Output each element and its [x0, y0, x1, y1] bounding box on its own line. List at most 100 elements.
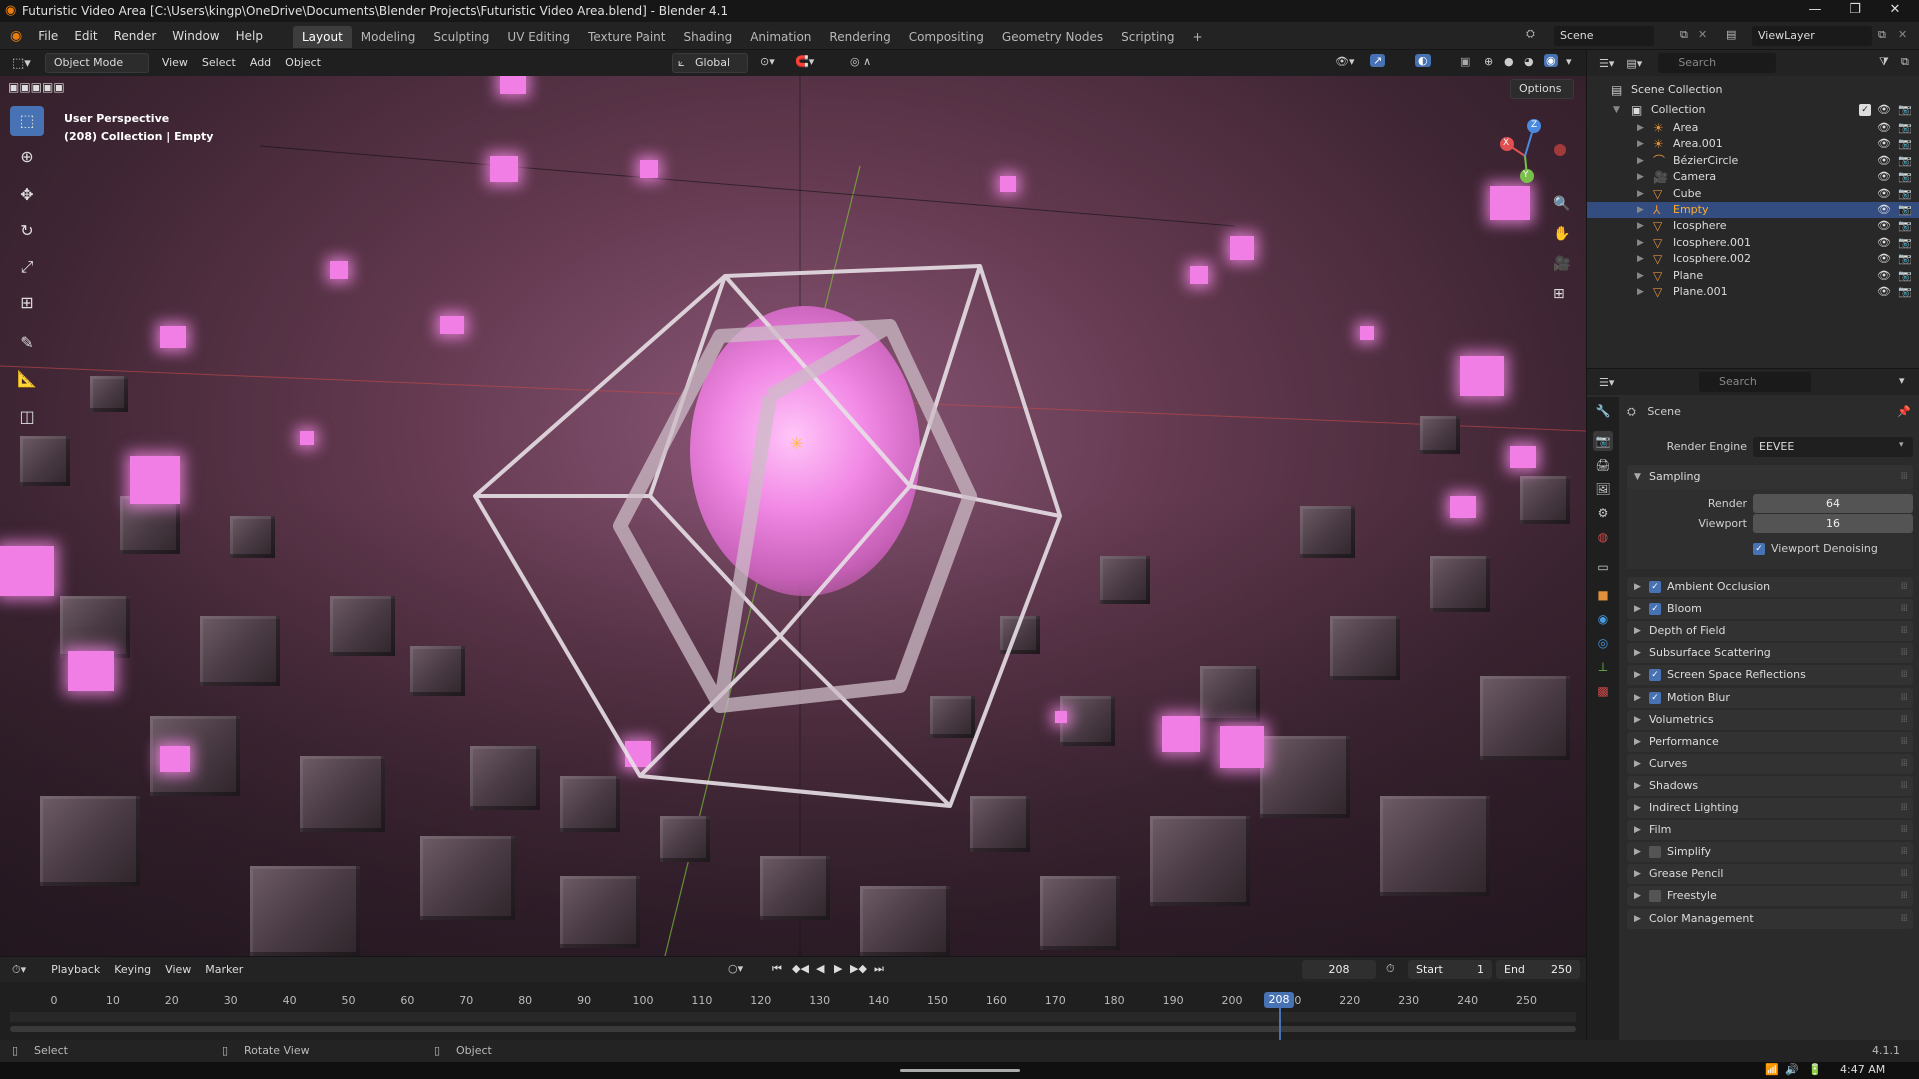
render-camera-icon[interactable]: 📷: [1898, 202, 1912, 218]
move-tool[interactable]: ✥: [10, 180, 44, 210]
tool-tab-icon[interactable]: 🔧: [1593, 401, 1613, 421]
menu-render[interactable]: Render: [106, 22, 165, 50]
drag-handle-icon[interactable]: ⁞⁞⁞: [1900, 909, 1907, 929]
shading-solid-icon[interactable]: ●: [1504, 55, 1514, 68]
panel-screen-space-reflections[interactable]: ▶ ✓ Screen Space Reflections ⁞⁞⁞: [1627, 665, 1913, 686]
battery-icon[interactable]: 🔋: [1808, 1063, 1822, 1076]
play-reverse-icon[interactable]: ◀: [816, 962, 824, 975]
next-keyframe-icon[interactable]: ▶◆: [850, 962, 867, 975]
tab-animation[interactable]: Animation: [741, 26, 820, 48]
outliner-editor-icon[interactable]: ☰▾: [1587, 57, 1620, 70]
menu-keying[interactable]: Keying: [107, 957, 158, 983]
playhead-frame-badge[interactable]: 208: [1264, 992, 1294, 1008]
new-scene-icon[interactable]: ⧉: [1680, 28, 1688, 42]
eye-icon[interactable]: 👁: [1877, 186, 1891, 202]
panel-motion-blur[interactable]: ▶ ✓ Motion Blur ⁞⁞⁞: [1627, 687, 1913, 708]
eye-icon[interactable]: 👁: [1877, 120, 1891, 136]
tab-geometry-nodes[interactable]: Geometry Nodes: [993, 26, 1112, 48]
render-camera-icon[interactable]: 📷: [1898, 100, 1912, 120]
eye-icon[interactable]: 👁: [1877, 251, 1891, 267]
panel-simplify[interactable]: ▶ Simplify ⁞⁞⁞: [1627, 842, 1913, 863]
tab-sculpting[interactable]: Sculpting: [424, 26, 498, 48]
output-tab-icon[interactable]: 🖨: [1593, 455, 1613, 475]
prev-keyframe-icon[interactable]: ◆◀: [792, 962, 809, 975]
drag-handle-icon[interactable]: ⁞⁞⁞: [1900, 820, 1907, 840]
visibility-icon[interactable]: 👁▾: [1335, 55, 1355, 68]
outliner-item-area-001[interactable]: ▶ ☀ Area.001 👁 📷: [1587, 136, 1919, 152]
panel-enable-checkbox[interactable]: ✓: [1649, 603, 1661, 616]
annotate-tool[interactable]: ✎: [10, 328, 44, 358]
wifi-icon[interactable]: 📶: [1765, 1063, 1779, 1076]
current-frame-field[interactable]: 208: [1302, 960, 1376, 979]
render-camera-icon[interactable]: 📷: [1898, 136, 1912, 152]
properties-options-icon[interactable]: ▾: [1899, 374, 1905, 387]
panel-curves[interactable]: ▶ Curves ⁞⁞⁞: [1627, 753, 1913, 774]
drag-handle-icon[interactable]: ⁞⁞⁞: [1900, 688, 1907, 708]
auto-keying-icon[interactable]: ○▾: [728, 962, 743, 975]
drag-handle-icon[interactable]: ⁞⁞⁞: [1900, 732, 1907, 752]
drag-handle-icon[interactable]: ⁞⁞⁞: [1900, 643, 1907, 663]
start-frame-field[interactable]: Start 1: [1408, 960, 1492, 979]
outliner-item-icosphere-001[interactable]: ▶ ▽ Icosphere.001 👁 📷: [1587, 235, 1919, 251]
render-camera-icon[interactable]: 📷: [1898, 251, 1912, 267]
outliner-item-area[interactable]: ▶ ☀ Area 👁 📷: [1587, 120, 1919, 136]
drag-handle-icon[interactable]: ⁞⁞⁞: [1900, 465, 1907, 489]
expand-arrow-icon[interactable]: ▶: [1637, 235, 1644, 251]
render-engine-dropdown[interactable]: EEVEE: [1753, 437, 1913, 457]
editor-type-icon[interactable]: ⬚▾: [0, 56, 39, 71]
pin-icon[interactable]: 📌: [1897, 401, 1911, 423]
new-collection-icon[interactable]: ⧉: [1901, 55, 1909, 69]
collection-tab-icon[interactable]: ▭: [1593, 557, 1613, 577]
physics-tab-icon[interactable]: ◎: [1593, 633, 1613, 653]
panel-enable-checkbox[interactable]: [1649, 890, 1661, 903]
tab-rendering[interactable]: Rendering: [820, 26, 899, 48]
modifiers-tab-icon[interactable]: ◉: [1593, 609, 1613, 629]
properties-editor-icon[interactable]: ☰▾: [1587, 376, 1622, 389]
shading-wireframe-icon[interactable]: ⊕: [1484, 55, 1493, 68]
tab-shading[interactable]: Shading: [674, 26, 741, 48]
expand-arrow-icon[interactable]: ▶: [1637, 268, 1644, 284]
tab-compositing[interactable]: Compositing: [900, 26, 993, 48]
render-camera-icon[interactable]: 📷: [1898, 284, 1912, 300]
menu-edit[interactable]: Edit: [66, 22, 105, 50]
shading-rendered-icon[interactable]: ◉: [1544, 54, 1558, 67]
render-camera-icon[interactable]: 📷: [1898, 235, 1912, 251]
add-workspace-button[interactable]: +: [1184, 26, 1212, 48]
outliner-item-empty[interactable]: ▶ ⅄ Empty 👁 📷: [1587, 202, 1919, 218]
menu-window[interactable]: Window: [164, 22, 227, 50]
eye-icon[interactable]: 👁: [1877, 284, 1891, 300]
outliner-item-icosphere[interactable]: ▶ ▽ Icosphere 👁 📷: [1587, 218, 1919, 234]
expand-arrow-icon[interactable]: ▶: [1637, 284, 1644, 300]
panel-ambient-occlusion[interactable]: ▶ ✓ Ambient Occlusion ⁞⁞⁞: [1627, 577, 1913, 597]
menu-select[interactable]: Select: [195, 50, 243, 76]
drag-handle-icon[interactable]: ⁞⁞⁞: [1900, 621, 1907, 641]
transform-tool[interactable]: ⊞: [10, 288, 44, 318]
proportional-edit-icon[interactable]: ◎ ∧: [850, 55, 871, 68]
eye-icon[interactable]: 👁: [1877, 218, 1891, 234]
close-button[interactable]: ✕: [1875, 2, 1915, 17]
mode-selector[interactable]: Object Mode: [44, 53, 149, 73]
eye-icon[interactable]: 👁: [1877, 235, 1891, 251]
panel-enable-checkbox[interactable]: [1649, 846, 1661, 859]
overlay-toggle-icon[interactable]: ◐: [1415, 54, 1431, 67]
drag-handle-icon[interactable]: ⁞⁞⁞: [1900, 599, 1907, 619]
options-dropdown[interactable]: Options: [1510, 79, 1574, 99]
drag-handle-icon[interactable]: ⁞⁞⁞: [1900, 886, 1907, 906]
expand-arrow-icon[interactable]: ▶: [1637, 120, 1644, 136]
panel-performance[interactable]: ▶ Performance ⁞⁞⁞: [1627, 731, 1913, 752]
3d-viewport[interactable]: ✳ User Perspective (208) Collection | Em…: [0, 76, 1586, 956]
menu-marker[interactable]: Marker: [198, 957, 250, 983]
scene-selector[interactable]: Scene: [1554, 26, 1654, 46]
eye-icon[interactable]: 👁: [1877, 100, 1891, 120]
drag-handle-icon[interactable]: ⁞⁞⁞: [1900, 842, 1907, 862]
outliner-search[interactable]: Search: [1658, 53, 1777, 73]
select-mode-icons[interactable]: ▣▣▣▣▣: [8, 80, 65, 94]
expand-arrow-icon[interactable]: ▶: [1637, 202, 1644, 218]
rotate-tool[interactable]: ↻: [10, 216, 44, 246]
delete-viewlayer-icon[interactable]: ✕: [1898, 28, 1907, 41]
expand-arrow-icon[interactable]: ▶: [1637, 169, 1644, 185]
eye-icon[interactable]: 👁: [1877, 136, 1891, 152]
panel-volumetrics[interactable]: ▶ Volumetrics ⁞⁞⁞: [1627, 709, 1913, 730]
panel-film[interactable]: ▶ Film ⁞⁞⁞: [1627, 820, 1913, 841]
panel-indirect-lighting[interactable]: ▶ Indirect Lighting ⁞⁞⁞: [1627, 798, 1913, 818]
